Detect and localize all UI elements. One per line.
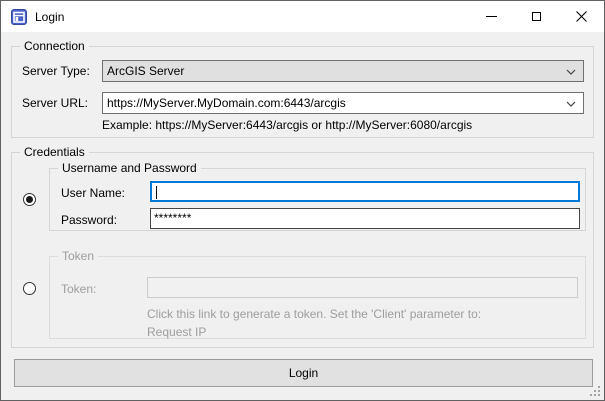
chevron-down-icon bbox=[566, 101, 576, 107]
titlebar[interactable]: Login bbox=[1, 1, 604, 32]
token-label: Token: bbox=[61, 282, 96, 296]
chevron-down-icon bbox=[566, 69, 576, 75]
login-dialog: Login Connection Server Type: ArcGIS Ser… bbox=[0, 0, 605, 401]
login-button[interactable]: Login bbox=[14, 359, 593, 387]
username-password-group-label: Username and Password bbox=[58, 161, 201, 175]
password-input[interactable]: ******** bbox=[150, 208, 580, 229]
maximize-icon bbox=[532, 12, 541, 21]
connection-group-label: Connection bbox=[20, 39, 89, 53]
password-label: Password: bbox=[61, 213, 117, 227]
close-icon bbox=[576, 11, 587, 22]
credentials-group-label: Credentials bbox=[20, 145, 89, 159]
server-url-label: Server URL: bbox=[22, 96, 88, 110]
window-controls bbox=[469, 1, 604, 32]
user-name-label: User Name: bbox=[61, 186, 125, 200]
token-groupbox: Token Token: Click this link to generate… bbox=[49, 256, 586, 339]
token-group-label: Token bbox=[58, 249, 98, 263]
credentials-groupbox: Credentials Username and Password User N… bbox=[11, 152, 594, 348]
token-input bbox=[147, 277, 578, 298]
server-url-combobox[interactable]: https://MyServer.MyDomain.com:6443/arcgi… bbox=[102, 92, 584, 114]
username-password-radio[interactable] bbox=[23, 193, 36, 206]
password-masked-value: ******** bbox=[154, 211, 191, 225]
minimize-button[interactable] bbox=[469, 1, 514, 32]
maximize-button[interactable] bbox=[514, 1, 559, 32]
token-generate-link-text: Click this link to generate a token. Set… bbox=[147, 307, 481, 321]
token-radio[interactable] bbox=[23, 282, 36, 295]
connection-groupbox: Connection Server Type: ArcGIS Server Se… bbox=[11, 46, 594, 138]
resize-grip-icon[interactable] bbox=[598, 394, 600, 396]
window-title: Login bbox=[35, 10, 64, 24]
username-password-groupbox: Username and Password User Name: Passwor… bbox=[49, 168, 586, 231]
server-url-value: https://MyServer.MyDomain.com:6443/arcgi… bbox=[107, 96, 346, 110]
server-type-dropdown[interactable]: ArcGIS Server bbox=[102, 60, 584, 82]
token-client-value-text: Request IP bbox=[147, 325, 206, 339]
close-button[interactable] bbox=[559, 1, 604, 32]
server-url-example-text: Example: https://MyServer:6443/arcgis or… bbox=[102, 118, 472, 132]
server-type-label: Server Type: bbox=[22, 64, 90, 78]
form-icon bbox=[11, 9, 27, 25]
text-caret bbox=[156, 186, 157, 199]
server-type-value: ArcGIS Server bbox=[107, 64, 184, 78]
user-name-input[interactable] bbox=[150, 181, 580, 202]
login-button-label: Login bbox=[289, 366, 318, 380]
minimize-icon bbox=[486, 16, 497, 17]
